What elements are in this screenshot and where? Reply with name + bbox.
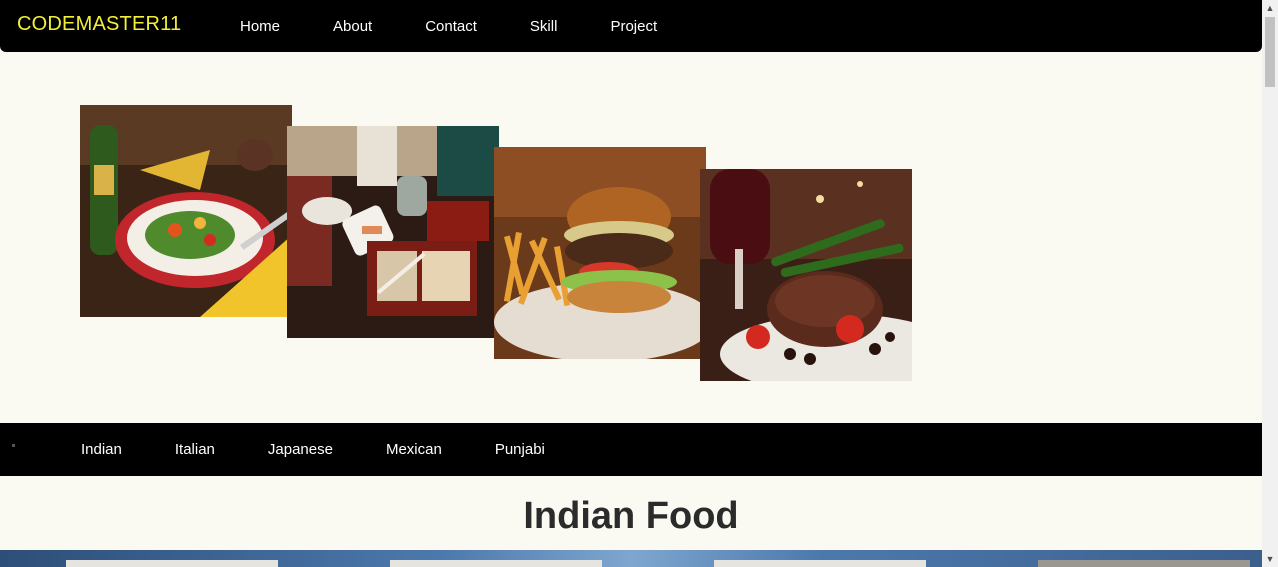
food-card-thumbnail[interactable]: [390, 560, 602, 567]
burger-photo: [494, 147, 706, 359]
scroll-down-arrow-icon[interactable]: ▼: [1262, 551, 1278, 567]
vertical-scrollbar[interactable]: ▲ ▼: [1262, 0, 1278, 567]
hero-gallery: [0, 52, 1262, 423]
nav-home-link[interactable]: Home: [240, 18, 280, 35]
food-card-thumbnail[interactable]: [714, 560, 926, 567]
section-title: Indian Food: [523, 495, 739, 537]
cuisine-mexican-link[interactable]: Mexican: [386, 441, 442, 458]
nav-contact-link[interactable]: Contact: [425, 18, 477, 35]
cuisine-japanese-link[interactable]: Japanese: [268, 441, 333, 458]
food-card-thumbnail[interactable]: [1038, 560, 1250, 567]
cuisine-italian-link[interactable]: Italian: [175, 441, 215, 458]
cuisine-punjabi-link[interactable]: Punjabi: [495, 441, 545, 458]
scroll-up-arrow-icon[interactable]: ▲: [1262, 0, 1278, 16]
steak-photo: [700, 169, 912, 381]
salad-photo: [80, 105, 292, 317]
bullet-dot: [12, 444, 15, 447]
nav-about-link[interactable]: About: [333, 18, 372, 35]
food-card-thumbnail[interactable]: [66, 560, 278, 567]
scrollbar-thumb[interactable]: [1265, 17, 1275, 87]
nav-project-link[interactable]: Project: [610, 18, 657, 35]
cuisine-indian-link[interactable]: Indian: [81, 441, 122, 458]
brand-logo[interactable]: CODEMASTER11: [17, 13, 181, 36]
nav-links: Home About Contact Skill Project: [240, 0, 710, 52]
page: CODEMASTER11 Home About Contact Skill Pr…: [0, 0, 1278, 567]
cuisine-links: Indian Italian Japanese Mexican Punjabi: [81, 423, 598, 476]
cuisine-nav-bar: Indian Italian Japanese Mexican Punjabi: [0, 423, 1262, 476]
top-navbar: CODEMASTER11 Home About Contact Skill Pr…: [0, 0, 1262, 52]
nav-skill-link[interactable]: Skill: [530, 18, 558, 35]
sushi-table-photo: [287, 126, 499, 338]
